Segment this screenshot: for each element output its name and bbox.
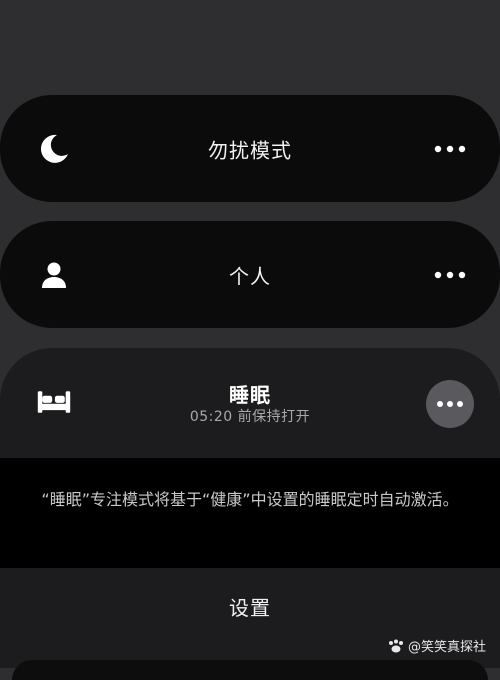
watermark: @笑笑真探社: [387, 636, 486, 655]
focus-label-personal: 个人: [229, 264, 271, 288]
sleep-description: “睡眠”专注模式将基于“健康”中设置的睡眠定时自动激活。: [0, 458, 500, 568]
ellipsis-icon: [434, 271, 466, 278]
focus-card-sleep: 睡眠 05:20 前保持打开 “睡眠”专注模式将基于“健康”中设置的睡眠定时自动…: [0, 348, 500, 668]
next-card-edge: [12, 660, 488, 680]
ellipsis-icon: [437, 401, 463, 407]
focus-card-personal[interactable]: 个人: [0, 221, 500, 328]
focus-card-do-not-disturb[interactable]: 勿扰模式: [0, 95, 500, 202]
focus-label-do-not-disturb: 勿扰模式: [208, 138, 292, 162]
more-options-button-personal[interactable]: [430, 255, 470, 295]
paw-icon: [388, 639, 403, 652]
settings-label: 设置: [229, 595, 271, 620]
sleep-status: 05:20 前保持打开: [189, 409, 311, 425]
ellipsis-icon: [434, 145, 466, 152]
more-options-button-sleep[interactable]: [426, 380, 474, 428]
sleep-title: 睡眠: [229, 383, 271, 407]
sleep-header[interactable]: 睡眠 05:20 前保持打开: [0, 348, 500, 458]
watermark-text: @笑笑真探社: [407, 640, 486, 655]
more-options-button-dnd[interactable]: [430, 129, 470, 169]
